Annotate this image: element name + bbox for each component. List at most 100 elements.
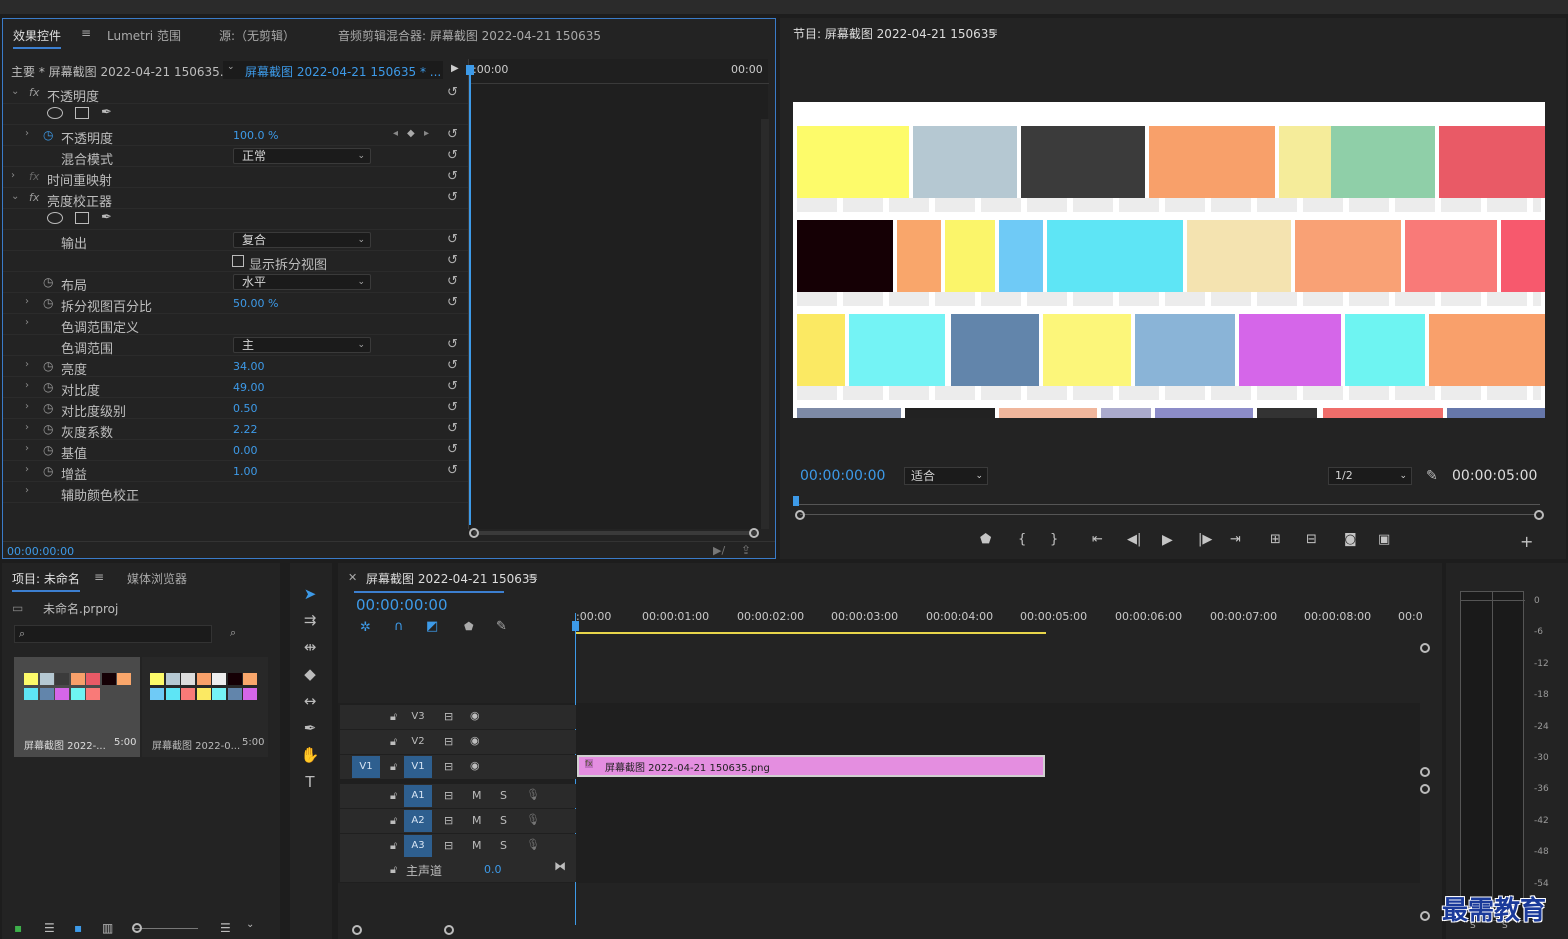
effect-row[interactable]: ⌄ fx 不透明度 ↺ bbox=[3, 83, 468, 105]
effect-row[interactable]: 混合模式 正常 ⌄ ↺ bbox=[3, 146, 468, 168]
reset-icon[interactable]: ↺ bbox=[447, 463, 458, 478]
mic-icon[interactable]: 🎙︎ bbox=[526, 788, 540, 801]
param-value[interactable]: 0.50 bbox=[233, 402, 258, 415]
chevron-down-icon[interactable]: ⌄ bbox=[11, 191, 19, 202]
list-view-icon[interactable]: ☰ bbox=[44, 921, 55, 935]
tab-project[interactable]: 项目: 未命名 bbox=[12, 570, 80, 592]
reset-icon[interactable]: ↺ bbox=[447, 295, 458, 310]
reset-icon[interactable]: ↺ bbox=[447, 148, 458, 163]
program-playhead[interactable] bbox=[793, 496, 799, 506]
vscroll-handle-top[interactable] bbox=[1420, 643, 1430, 653]
expand-chevron-icon[interactable]: › bbox=[25, 464, 29, 475]
solo-button[interactable]: S bbox=[500, 789, 507, 802]
panel-menu-icon[interactable]: ≡ bbox=[988, 25, 998, 39]
close-icon[interactable]: ✕ bbox=[348, 571, 357, 584]
expand-chevron-icon[interactable]: › bbox=[25, 485, 29, 496]
mic-icon[interactable]: 🎙︎ bbox=[526, 838, 540, 851]
linked-selection-icon[interactable]: ◩ bbox=[426, 619, 438, 634]
sequence-tab[interactable]: 屏幕截图 2022-04-21 150635 bbox=[366, 570, 537, 587]
reset-icon[interactable]: ↺ bbox=[447, 358, 458, 373]
lock-icon[interactable]: 🔓︎ bbox=[390, 839, 397, 853]
param-value[interactable]: 0.00 bbox=[233, 444, 258, 457]
prev-keyframe-icon[interactable]: ◂ bbox=[393, 128, 398, 139]
program-playhead-timecode[interactable]: 00:00:00:00 bbox=[800, 468, 885, 484]
selection-tool-icon[interactable]: ➤ bbox=[298, 583, 322, 605]
expand-chevron-icon[interactable]: › bbox=[25, 443, 29, 454]
master-track-header[interactable]: 🔓︎ 主声道 0.0 ⧓ bbox=[340, 858, 576, 882]
audio-track-header[interactable]: 🔓︎ A2 ⊟ M S 🎙︎ bbox=[340, 809, 576, 833]
solo-button[interactable]: S bbox=[500, 814, 507, 827]
work-area-bar[interactable] bbox=[576, 631, 1420, 635]
mark-in-icon[interactable]: { bbox=[1018, 532, 1026, 547]
track-target[interactable]: V3 bbox=[404, 706, 432, 728]
new-bin-icon[interactable]: ⌕ bbox=[230, 626, 236, 640]
next-keyframe-icon[interactable]: ▸ bbox=[424, 128, 429, 139]
expand-chevron-icon[interactable]: › bbox=[25, 401, 29, 412]
fit-dropdown[interactable]: 适合 ⌄ bbox=[904, 467, 988, 485]
effect-row[interactable]: › ◷ 灰度系数 2.22 ↺ bbox=[3, 419, 468, 441]
effect-row[interactable]: › ◷ 对比度 49.00 ↺ bbox=[3, 377, 468, 399]
lock-icon[interactable]: 🔓︎ bbox=[390, 710, 397, 724]
expand-chevron-icon[interactable]: › bbox=[25, 296, 29, 307]
step-back-icon[interactable]: ◀| bbox=[1127, 532, 1141, 547]
track-target[interactable]: A3 bbox=[404, 835, 432, 857]
effect-row[interactable]: ◷ 布局 水平 ⌄ ↺ bbox=[3, 272, 468, 294]
panel-menu-icon[interactable]: ≡ bbox=[528, 570, 538, 584]
effect-vertical-scrollbar[interactable] bbox=[761, 119, 769, 529]
param-value[interactable]: 1.00 bbox=[233, 465, 258, 478]
panel-menu-icon[interactable]: ≡ bbox=[81, 26, 91, 40]
camera-icon[interactable]: ◙ bbox=[1344, 532, 1357, 547]
tab-lumetri-scopes[interactable]: Lumetri 范围 bbox=[107, 27, 181, 44]
effect-row[interactable]: › ◷ 拆分视图百分比 50.00 % ↺ bbox=[3, 293, 468, 315]
expand-chevron-icon[interactable]: › bbox=[25, 317, 29, 328]
effect-row[interactable]: › ◷ 对比度级别 0.50 ↺ bbox=[3, 398, 468, 420]
effect-row[interactable]: 输出 复合 ⌄ ↺ bbox=[3, 230, 468, 252]
sync-lock-icon[interactable]: ⊟ bbox=[444, 760, 453, 773]
lock-icon[interactable]: 🔓︎ bbox=[390, 814, 397, 828]
expand-chevron-icon[interactable]: › bbox=[25, 422, 29, 433]
stopwatch-icon[interactable]: ◷ bbox=[43, 422, 53, 436]
param-dropdown[interactable]: 主 ⌄ bbox=[233, 337, 371, 353]
effect-row[interactable]: › 色调范围定义 bbox=[3, 314, 468, 336]
eye-icon[interactable]: ◉ bbox=[470, 734, 480, 747]
effect-row[interactable]: › ◷ 基值 0.00 ↺ bbox=[3, 440, 468, 462]
solo-button[interactable]: S bbox=[500, 839, 507, 852]
video-track-header[interactable]: V1 🔓︎ V1 ⊟ ◉ bbox=[340, 755, 576, 779]
stopwatch-icon[interactable]: ◷ bbox=[43, 380, 53, 394]
effect-row[interactable]: 显示拆分视图 ↺ bbox=[3, 251, 468, 273]
effect-row[interactable]: › ◷ 亮度 34.00 ↺ bbox=[3, 356, 468, 378]
expand-chevron-icon[interactable]: › bbox=[25, 128, 29, 139]
split-view-checkbox[interactable] bbox=[232, 255, 244, 267]
param-dropdown[interactable]: 水平 ⌄ bbox=[233, 274, 371, 290]
project-item-2[interactable]: 屏幕截图 2022-0... 5:00 bbox=[142, 657, 268, 757]
video-track-header[interactable]: 🔓︎ V2 ⊟ ◉ bbox=[340, 730, 576, 754]
eye-icon[interactable]: ◉ bbox=[470, 709, 480, 722]
playhead[interactable] bbox=[469, 65, 471, 525]
freeform-view-icon[interactable]: ▥ bbox=[102, 921, 113, 935]
tab-audio-clip-mixer[interactable]: 音频剪辑混合器: 屏幕截图 2022-04-21 150635 bbox=[338, 27, 601, 44]
nest-icon[interactable]: ✲ bbox=[360, 620, 371, 635]
audio-track-header[interactable]: 🔓︎ A3 ⊟ M S 🎙︎ bbox=[340, 834, 576, 858]
stopwatch-icon[interactable]: ◷ bbox=[43, 464, 53, 478]
chevron-down-icon[interactable]: ⌄ bbox=[246, 919, 254, 930]
source-patch-v1[interactable]: V1 bbox=[352, 756, 380, 778]
zoom-handle-right[interactable] bbox=[1534, 510, 1544, 520]
lock-icon[interactable]: 🔓︎ bbox=[390, 863, 397, 877]
zoom-slider[interactable] bbox=[134, 928, 198, 929]
param-dropdown[interactable]: 正常 ⌄ bbox=[233, 148, 371, 164]
effect-row[interactable]: ✒ bbox=[3, 104, 468, 125]
fx-icon[interactable]: fx bbox=[29, 170, 39, 183]
param-value[interactable]: 49.00 bbox=[233, 381, 265, 394]
lock-icon[interactable]: 🔓︎ bbox=[390, 789, 397, 803]
track-target[interactable]: V2 bbox=[404, 731, 432, 753]
track-target[interactable]: A2 bbox=[404, 810, 432, 832]
sort-icon[interactable]: ☰ bbox=[220, 921, 231, 935]
rectangle-mask-icon[interactable] bbox=[75, 212, 89, 224]
stopwatch-icon[interactable]: ◷ bbox=[43, 401, 53, 415]
video-clip[interactable]: fx 屏幕截图 2022-04-21 150635.png bbox=[577, 755, 1045, 777]
add-button-icon[interactable]: + bbox=[1520, 532, 1533, 551]
reset-icon[interactable]: ↺ bbox=[447, 274, 458, 289]
sync-lock-icon[interactable]: ⊟ bbox=[444, 735, 453, 748]
add-marker-icon[interactable]: ⬟ bbox=[464, 620, 474, 633]
stopwatch-icon[interactable]: ◷ bbox=[43, 359, 53, 373]
